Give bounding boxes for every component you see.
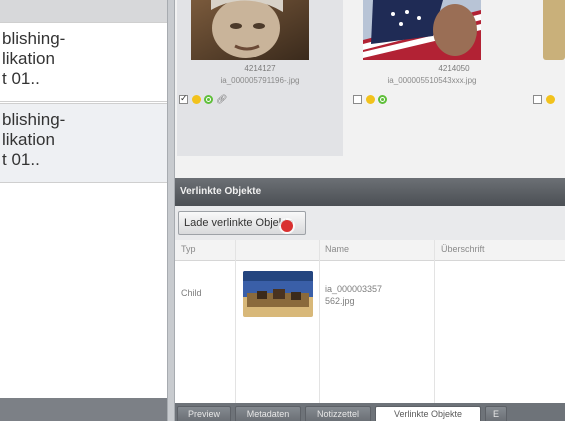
row-thumbnail-image[interactable] bbox=[243, 271, 313, 317]
tab-verlinkte-objekte[interactable]: Verlinkte Objekte bbox=[375, 406, 481, 421]
pane-splitter[interactable] bbox=[167, 0, 175, 421]
list-item-label: blishing- likation t 01.. bbox=[2, 110, 66, 169]
thumbnail-card[interactable]: 4214127 ia_000005791196-.jpg 🔗︎ bbox=[177, 0, 343, 156]
left-pane-topbar bbox=[0, 0, 167, 22]
thumbnail-filename: ia_000005510543xxx.jpg bbox=[387, 76, 477, 85]
column-divider bbox=[235, 240, 236, 403]
column-divider bbox=[434, 240, 435, 403]
tab-more[interactable]: E bbox=[485, 406, 507, 421]
tab-metadaten[interactable]: Metadaten bbox=[235, 406, 301, 421]
thumbnail-card[interactable] bbox=[529, 0, 565, 156]
list-item[interactable]: blishing- likation t 01.. bbox=[0, 22, 167, 102]
row-name-line1: ia_000003357 bbox=[325, 284, 383, 294]
link-icon[interactable]: 🔗︎ bbox=[216, 94, 227, 105]
thumbnail-status-row bbox=[353, 93, 413, 107]
status-yellow-dot-icon bbox=[192, 95, 201, 104]
left-list-pane: blishing- likation t 01.. blishing- lika… bbox=[0, 0, 167, 421]
thumbnail-grid: 4214127 ia_000005791196-.jpg 🔗︎ bbox=[175, 0, 565, 178]
thumbnail-id: 4214050 bbox=[438, 64, 470, 73]
thumbnail-status-row: 🔗︎ bbox=[179, 93, 239, 107]
mouse-cursor-icon bbox=[281, 220, 293, 232]
row-typ: Child bbox=[181, 288, 202, 298]
column-header-ueberschrift[interactable]: Überschrift bbox=[441, 244, 485, 254]
list-item-label: blishing- likation t 01.. bbox=[2, 29, 66, 88]
checkbox-icon[interactable] bbox=[533, 95, 542, 104]
thumbnail-image[interactable] bbox=[191, 0, 309, 60]
left-pane-footer bbox=[0, 398, 167, 421]
thumbnail-id: 4214127 bbox=[244, 64, 276, 73]
thumbnail-image[interactable] bbox=[543, 0, 565, 60]
status-yellow-dot-icon bbox=[366, 95, 375, 104]
column-divider bbox=[319, 240, 320, 403]
table-header: Typ Name Überschrift bbox=[175, 240, 565, 261]
tab-notizzettel[interactable]: Notizzettel bbox=[305, 406, 371, 421]
thumbnail-card[interactable]: 4214050 ia_000005510543xxx.jpg bbox=[349, 0, 515, 156]
linked-objects-header: Verlinkte Objekte bbox=[175, 178, 565, 206]
linked-objects-toolbar: Lade verlinkte Objekte bbox=[175, 206, 565, 241]
tab-preview[interactable]: Preview bbox=[177, 406, 231, 421]
checkbox-icon[interactable] bbox=[179, 93, 188, 104]
app-window: blishing- likation t 01.. blishing- lika… bbox=[0, 0, 565, 421]
linked-objects-table: Typ Name Überschrift Child ia_000003357 … bbox=[175, 240, 565, 403]
thumbnail-filename: ia_000005791196-.jpg bbox=[220, 76, 300, 85]
thumbnail-image[interactable] bbox=[363, 0, 481, 60]
status-yellow-dot-icon bbox=[546, 95, 555, 104]
list-item[interactable]: blishing- likation t 01.. bbox=[0, 103, 167, 183]
thumbnail-status-row bbox=[533, 93, 563, 107]
row-name-line2: 562.jpg bbox=[325, 296, 355, 306]
section-title: Verlinkte Objekte bbox=[180, 186, 262, 197]
column-header-typ[interactable]: Typ bbox=[181, 244, 196, 254]
status-green-dot-icon bbox=[204, 95, 213, 104]
checkbox-icon[interactable] bbox=[353, 95, 362, 104]
status-green-dot-icon bbox=[378, 95, 387, 104]
bottom-tab-bar: Preview Metadaten Notizzettel Verlinkte … bbox=[175, 403, 565, 421]
column-header-name[interactable]: Name bbox=[325, 244, 349, 254]
